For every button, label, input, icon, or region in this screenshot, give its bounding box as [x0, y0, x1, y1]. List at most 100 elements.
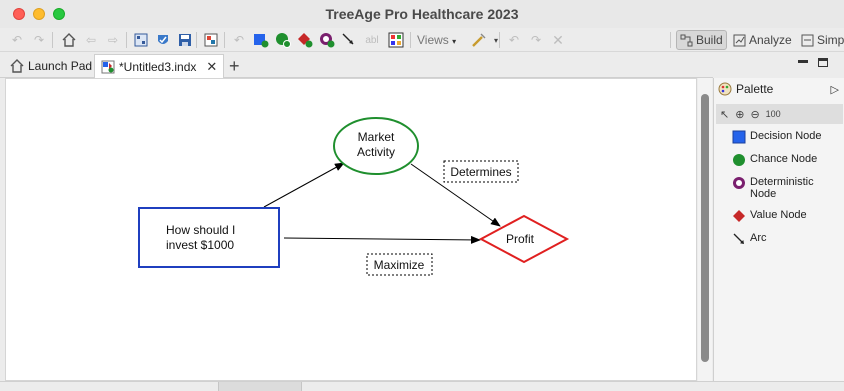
- decision-node-line2: invest $1000: [166, 238, 234, 252]
- home-icon[interactable]: [60, 31, 78, 49]
- window-title: TreeAge Pro Healthcare 2023: [325, 6, 519, 22]
- verify-icon[interactable]: [154, 31, 172, 49]
- close-tab-icon[interactable]: ✕: [206, 59, 217, 75]
- wand-icon[interactable]: [470, 31, 488, 49]
- undo-icon[interactable]: ↶: [8, 31, 26, 49]
- arc-icon: [733, 233, 744, 244]
- decision-node[interactable]: How should I invest $1000: [138, 207, 280, 268]
- diagram-canvas[interactable]: How should I invest $1000 Market Activit…: [5, 78, 697, 381]
- arc-decision-to-value[interactable]: [283, 235, 481, 244]
- arc-label-maximize[interactable]: Maximize: [366, 253, 433, 276]
- arc-label-maximize-text: Maximize: [374, 258, 425, 272]
- toolbar-separator: [126, 32, 127, 48]
- redo-icon[interactable]: ↷: [30, 31, 48, 49]
- toolbar-separator: [224, 32, 225, 48]
- maximize-view-icon[interactable]: [818, 58, 828, 67]
- toolbar-separator: [410, 32, 411, 48]
- save-icon[interactable]: [176, 31, 194, 49]
- back-icon[interactable]: ⇦: [82, 31, 100, 49]
- chance-node-line2: Activity: [357, 145, 395, 159]
- add-deterministic-node-icon[interactable]: [318, 31, 336, 49]
- palette-item-label: Value Node: [750, 209, 807, 221]
- decision-node-icon: [732, 130, 746, 144]
- value-node-label: Profit: [506, 232, 535, 246]
- model-settings-icon[interactable]: [202, 31, 220, 49]
- scrollbar-thumb[interactable]: [701, 94, 709, 362]
- chevron-down-icon[interactable]: ▾: [487, 31, 505, 49]
- app-window: TreeAge Pro Healthcare 2023 ↶ ↷ ⇦ ⇨ ↶ ab…: [0, 0, 844, 391]
- color-grid-icon[interactable]: [387, 31, 405, 49]
- palette-item-deterministic-node[interactable]: Deterministic Node: [732, 176, 830, 200]
- zoom-100-icon[interactable]: 100: [766, 109, 781, 119]
- tab-launch-pad[interactable]: Launch Pad: [4, 54, 98, 78]
- simple-mode-label: Simp: [817, 33, 844, 47]
- tree-view-icon[interactable]: [132, 31, 150, 49]
- palette-item-arc[interactable]: Arc: [732, 232, 767, 246]
- chance-node[interactable]: Market Activity: [333, 117, 419, 175]
- title-bar: TreeAge Pro Healthcare 2023: [0, 0, 844, 28]
- minimize-view-icon[interactable]: [798, 60, 808, 63]
- build-mode-button[interactable]: Build: [676, 30, 727, 50]
- add-decision-node-icon[interactable]: [252, 31, 270, 49]
- value-node-icon: [733, 210, 745, 222]
- palette-item-label: Decision Node: [750, 130, 822, 142]
- home-icon: [10, 59, 24, 73]
- arc-decision-to-chance[interactable]: [263, 162, 345, 208]
- bottom-panel-strip: [0, 381, 844, 391]
- analyze-mode-label: Analyze: [749, 33, 792, 47]
- toolbar-separator: [196, 32, 197, 48]
- redo-icon[interactable]: ↷: [527, 31, 545, 49]
- chance-node-line1: Market: [358, 130, 395, 144]
- build-icon: [680, 34, 693, 46]
- decision-node-line1: How should I: [166, 223, 235, 237]
- text-label-icon[interactable]: abl: [362, 31, 382, 49]
- forward-icon[interactable]: ⇨: [104, 31, 122, 49]
- palette-toolbar: ↖ ⊕ ⊖ 100: [716, 104, 843, 124]
- editor-tab-bar: Launch Pad *Untitled3.indx ✕ +: [0, 52, 713, 78]
- analyze-icon: [733, 34, 746, 46]
- build-mode-label: Build: [696, 33, 723, 47]
- delete-icon[interactable]: ✕: [549, 31, 567, 49]
- canvas-vertical-scrollbar[interactable]: [698, 78, 712, 381]
- palette-item-decision-node[interactable]: Decision Node: [732, 130, 822, 144]
- palette-item-value-node[interactable]: Value Node: [732, 209, 807, 223]
- palette-item-label: Deterministic Node: [750, 176, 814, 200]
- select-pointer-icon[interactable]: ↖: [720, 108, 729, 121]
- tab-label: *Untitled3.indx: [119, 59, 197, 74]
- zoom-out-icon[interactable]: ⊖: [750, 108, 759, 121]
- zoom-in-icon[interactable]: ⊕: [735, 108, 744, 121]
- palette-title: Palette: [736, 82, 774, 96]
- toolbar-separator: [499, 32, 500, 48]
- add-value-node-icon[interactable]: [296, 31, 314, 49]
- views-label: Views: [417, 33, 449, 47]
- undo-icon[interactable]: ↶: [505, 31, 523, 49]
- palette-item-label: Chance Node: [750, 153, 818, 165]
- tab-label: Launch Pad: [28, 59, 93, 73]
- bottom-panel-tab[interactable]: [218, 382, 302, 391]
- palette-item-chance-node[interactable]: Chance Node: [732, 153, 817, 167]
- chevron-down-icon: ▾: [452, 37, 457, 46]
- palette-panel: Palette ▷ ↖ ⊕ ⊖ 100 Decision Node Chance…: [713, 78, 844, 381]
- new-tab-icon[interactable]: +: [229, 56, 240, 77]
- palette-item-label: Arc: [750, 232, 767, 244]
- palette-icon: [718, 82, 732, 96]
- deterministic-node-icon: [733, 177, 745, 189]
- tab-untitled3[interactable]: *Untitled3.indx ✕: [94, 54, 225, 78]
- main-toolbar: ↶ ↷ ⇦ ⇨ ↶ abl Views ▾ ▾ ↶ ↷ ✕ Build Anal…: [0, 28, 844, 52]
- chance-node-icon: [733, 154, 745, 166]
- analyze-mode-button[interactable]: Analyze: [730, 30, 795, 50]
- add-chance-node-icon[interactable]: [274, 31, 292, 49]
- collapse-palette-icon[interactable]: ▷: [831, 83, 839, 96]
- toolbar-separator: [52, 32, 53, 48]
- pointer-back-icon[interactable]: ↶: [230, 31, 248, 49]
- influence-diagram-file-icon: [101, 60, 115, 73]
- simple-mode-button[interactable]: Simp: [798, 30, 844, 50]
- add-arc-icon[interactable]: [340, 31, 358, 49]
- arc-label-determines-text: Determines: [450, 165, 511, 179]
- simple-mode-icon: [801, 34, 814, 46]
- arc-label-determines[interactable]: Determines: [443, 160, 519, 183]
- views-dropdown[interactable]: Views ▾: [417, 33, 456, 47]
- toolbar-separator: [670, 32, 671, 48]
- palette-header: Palette ▷: [714, 78, 844, 100]
- value-node[interactable]: Profit: [478, 214, 570, 264]
